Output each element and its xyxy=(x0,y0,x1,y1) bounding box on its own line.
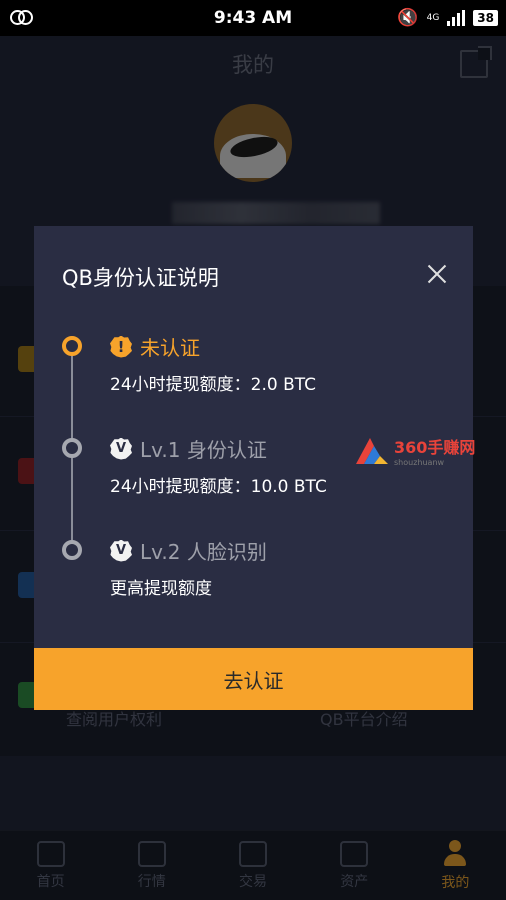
battery-icon: 38 xyxy=(473,10,498,26)
step-label: Lv.2 人脸识别 xyxy=(140,540,267,564)
step-label: Lv.1 身份认证 xyxy=(140,438,267,462)
go-verify-button[interactable]: 去认证 xyxy=(34,648,473,710)
step-label: 未认证 xyxy=(140,336,200,360)
step-dot-lv2 xyxy=(62,540,82,560)
verified-badge-icon: V xyxy=(110,539,132,562)
mute-icon: 🔇 xyxy=(397,8,419,28)
watermark-sub: shouzhuanw xyxy=(394,458,445,467)
step-dot-unverified xyxy=(62,336,82,356)
status-icons: 🔇 4G 38 xyxy=(397,8,498,28)
step-dot-lv1 xyxy=(62,438,82,458)
watermark-text: 360手赚网 xyxy=(394,438,476,457)
modal-title: QB身份认证说明 xyxy=(62,266,219,290)
watermark: 360手赚网 shouzhuanw xyxy=(354,434,475,467)
verification-modal: QB身份认证说明 ! 未认证 24小时提现额度：2.0 BTC V Lv.1 身… xyxy=(34,226,473,710)
step-lv1-desc: 24小时提现额度：10.0 BTC xyxy=(110,477,327,497)
step-lv1-title: V Lv.1 身份认证 xyxy=(110,434,267,463)
step-unverified-desc: 24小时提现额度：2.0 BTC xyxy=(110,375,316,395)
warning-badge-icon: ! xyxy=(110,335,132,358)
network-label: 4G xyxy=(426,13,440,23)
watermark-logo-icon xyxy=(356,437,388,464)
signal-icon xyxy=(447,10,466,26)
step-unverified-title: ! 未认证 xyxy=(110,332,200,361)
step-lv2-title: V Lv.2 人脸识别 xyxy=(110,536,267,565)
verified-badge-icon: V xyxy=(110,437,132,460)
status-bar: 9:43 AM 🔇 4G 38 xyxy=(0,0,506,36)
close-icon[interactable] xyxy=(425,262,449,286)
step-lv2-desc: 更高提现额度 xyxy=(110,579,212,599)
